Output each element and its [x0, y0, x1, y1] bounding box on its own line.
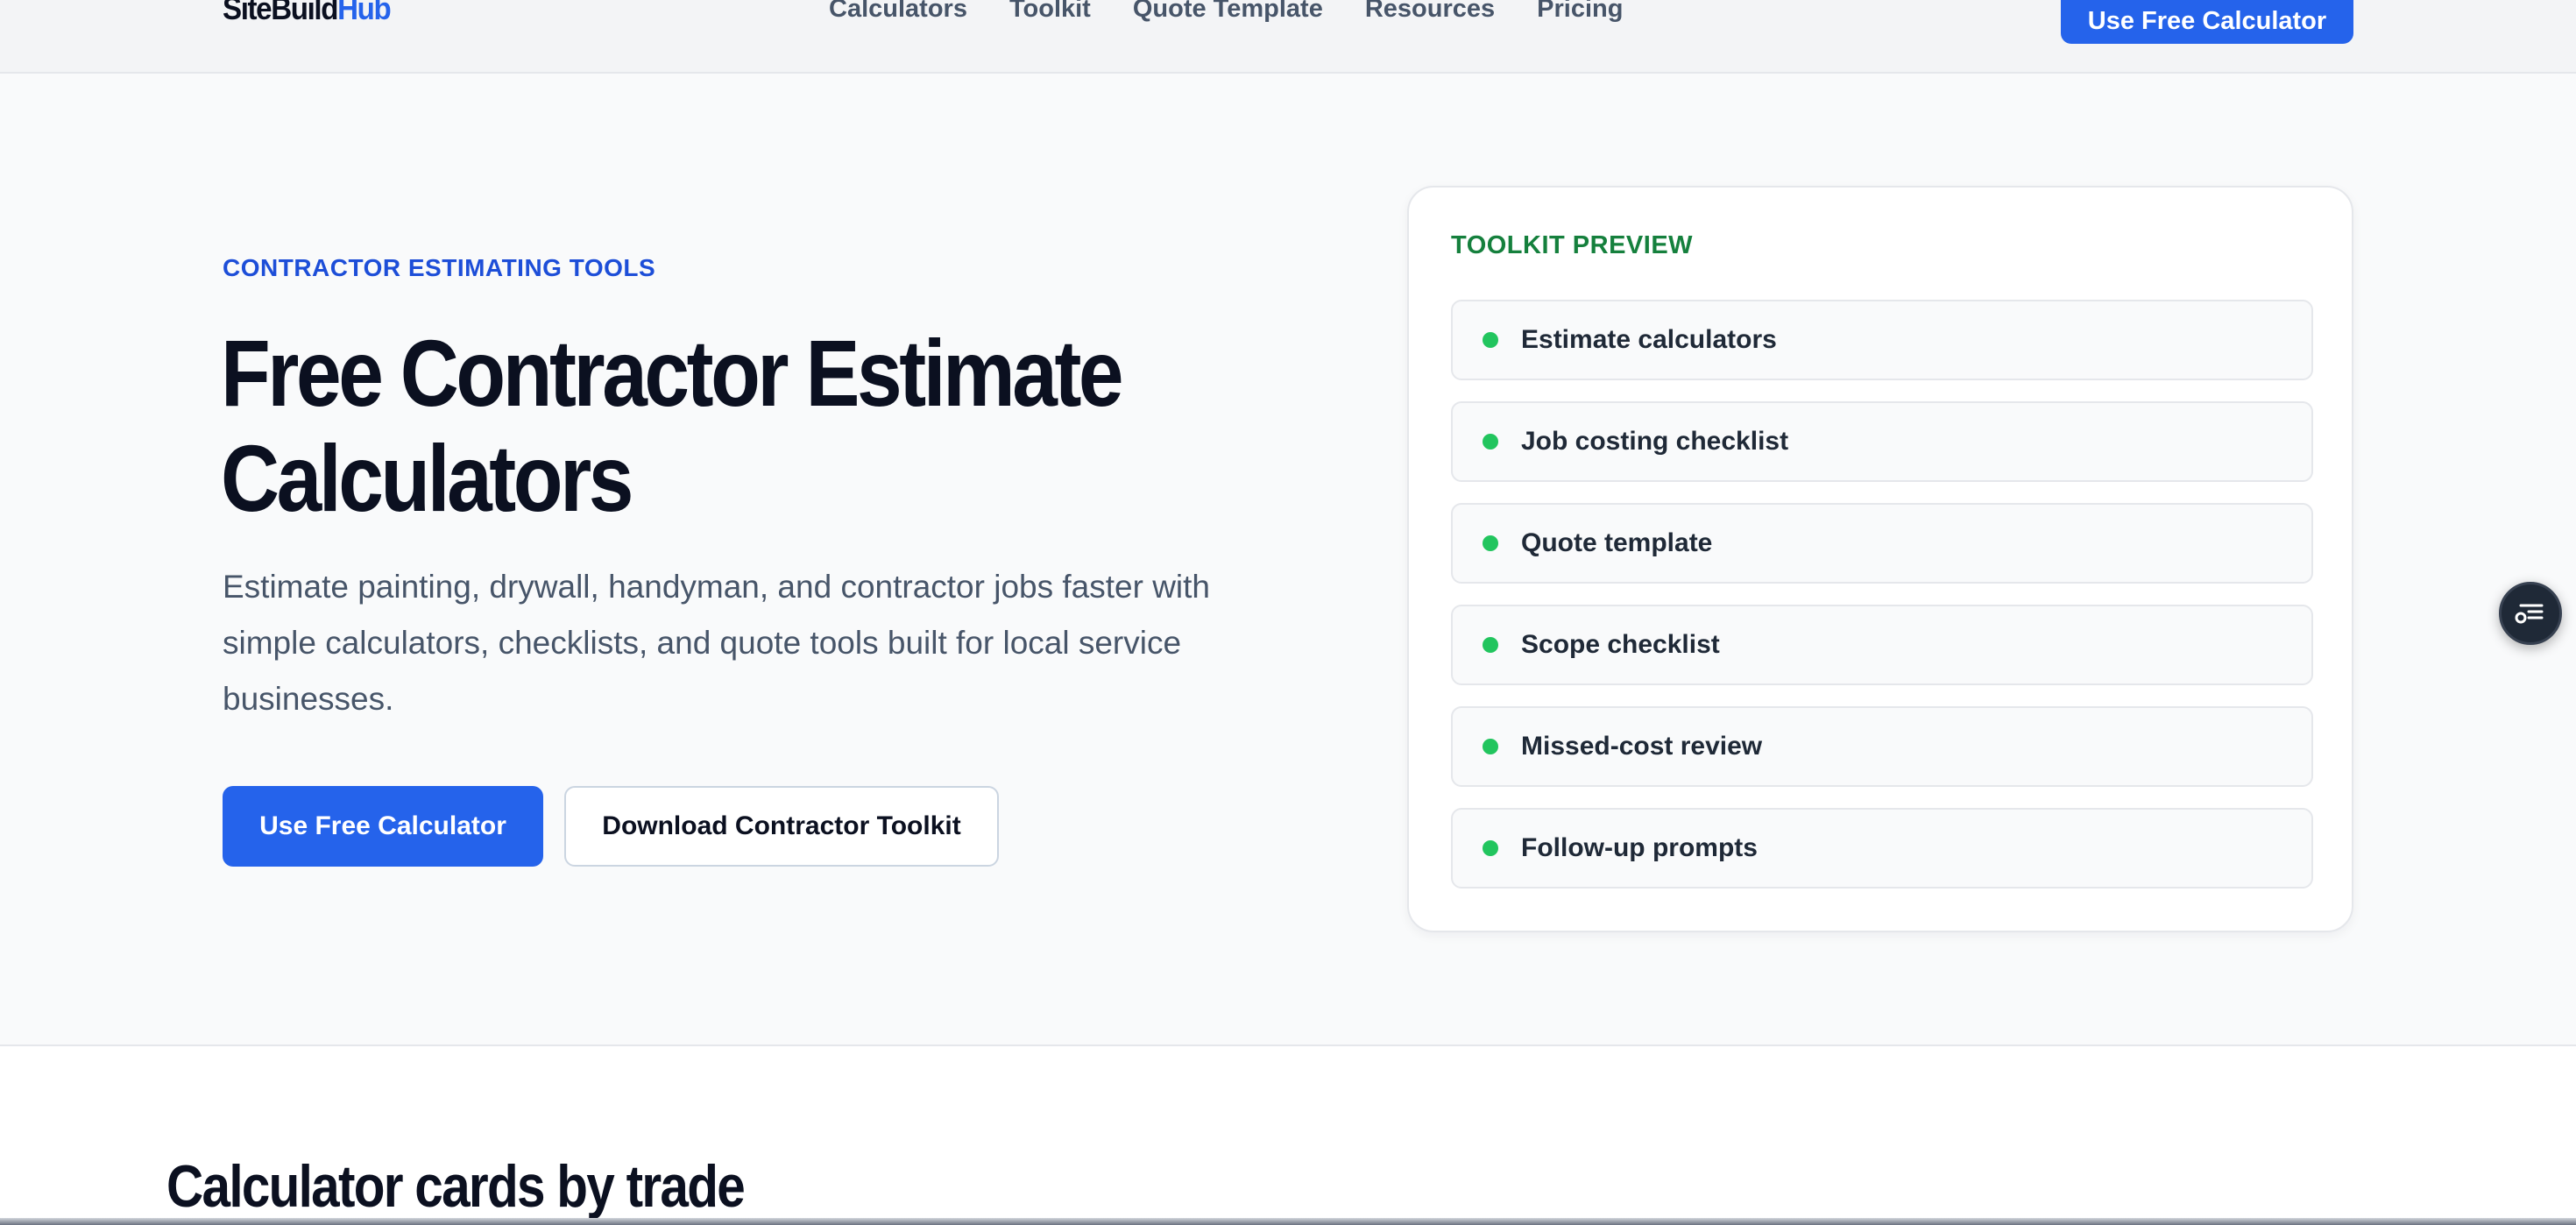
list-item: Scope checklist [1451, 605, 2313, 685]
nav-link-pricing[interactable]: Pricing [1537, 0, 1623, 26]
bullet-dot-icon [1483, 840, 1498, 856]
bullet-dot-icon [1483, 637, 1498, 653]
logo-primary-text: SiteBuild [223, 0, 338, 26]
floating-list-filter-button[interactable] [2499, 582, 2562, 645]
list-item: Estimate calculators [1451, 300, 2313, 380]
list-item: Quote template [1451, 503, 2313, 584]
bullet-dot-icon [1483, 739, 1498, 754]
section-title: Calculator cards by trade [166, 1153, 746, 1220]
download-toolkit-button[interactable]: Download Contractor Toolkit [564, 786, 999, 867]
bullet-dot-icon [1483, 434, 1498, 450]
list-item-label: Quote template [1521, 528, 1713, 557]
list-item-label: Missed-cost review [1521, 732, 1763, 761]
bullet-dot-icon [1483, 332, 1498, 348]
bullet-dot-icon [1483, 535, 1498, 551]
hero-eyebrow: CONTRACTOR ESTIMATING TOOLS [223, 254, 656, 281]
list-item: Follow-up prompts [1451, 808, 2313, 889]
bottom-strip [0, 1218, 2576, 1225]
calculator-cards-section: Calculator cards by trade [0, 1044, 2576, 1225]
list-filter-icon [2515, 604, 2544, 624]
nav-link-calculators[interactable]: Calculators [829, 0, 967, 26]
list-item-label: Job costing checklist [1521, 427, 1789, 456]
page-title: Free Contractor Estimate Calculators [221, 320, 1124, 531]
list-item-label: Estimate calculators [1521, 325, 1777, 354]
list-item: Missed-cost review [1451, 706, 2313, 787]
hero-subtitle: Estimate painting, drywall, handyman, an… [223, 569, 1211, 717]
list-item-label: Scope checklist [1521, 630, 1720, 659]
logo-accent-text: Hub [337, 0, 392, 26]
toolkit-preview-card: TOOLKIT PREVIEW Estimate calculators Job… [1407, 186, 2353, 932]
top-navigation: SiteBuildHub Calculators Toolkit Quote T… [0, 0, 2576, 74]
toolkit-list: Estimate calculators Job costing checkli… [1451, 300, 2313, 910]
list-item: Job costing checklist [1451, 401, 2313, 482]
nav-links: Calculators Toolkit Quote Template Resou… [829, 0, 1623, 26]
nav-link-quote-template[interactable]: Quote Template [1133, 0, 1323, 26]
use-free-calculator-button[interactable]: Use Free Calculator [223, 786, 543, 867]
toolkit-preview-title: TOOLKIT PREVIEW [1451, 231, 1694, 259]
list-item-label: Follow-up prompts [1521, 833, 1758, 862]
nav-cta-button[interactable]: Use Free Calculator [2061, 0, 2353, 44]
nav-link-toolkit[interactable]: Toolkit [1009, 0, 1091, 26]
nav-link-resources[interactable]: Resources [1365, 0, 1495, 26]
site-logo[interactable]: SiteBuildHub [223, 0, 392, 28]
